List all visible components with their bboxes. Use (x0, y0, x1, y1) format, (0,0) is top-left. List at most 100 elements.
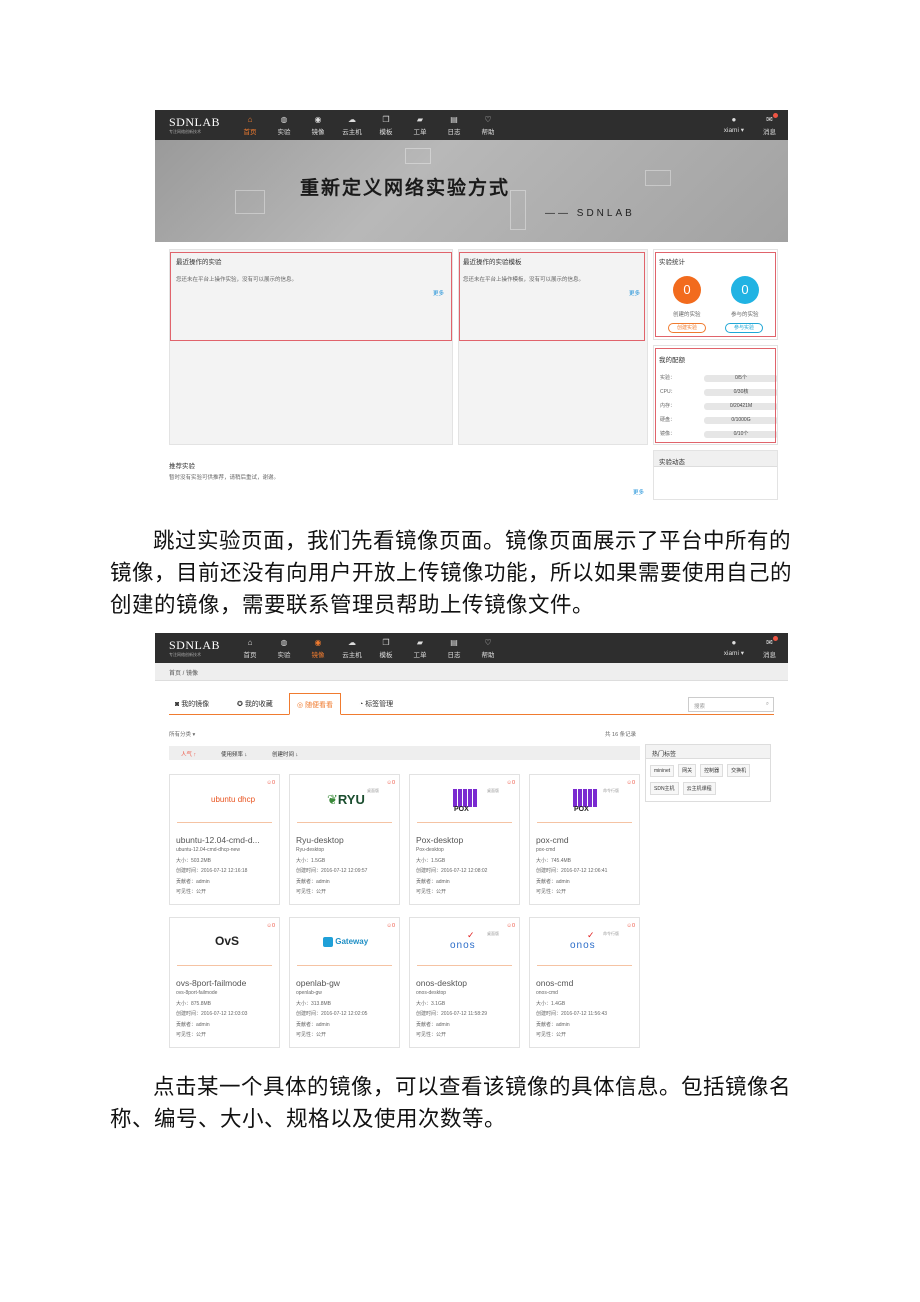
nav-cloud-host[interactable]: ☁ 云主机 (335, 633, 369, 663)
nav-home[interactable]: ⌂ 首页 (233, 633, 267, 663)
search-input[interactable]: 搜索 ⌕ (688, 697, 774, 712)
copy-icon: ❐ (382, 638, 390, 647)
nav-image[interactable]: ◉ 镜像 (301, 110, 335, 140)
nav-log[interactable]: ▤ 日志 (437, 633, 471, 663)
breadcrumb[interactable]: 首页 / 镜像 (155, 663, 788, 681)
image-card[interactable]: onos ✓ 桌面版 ☺0 onos-desktop onos-desktop 大… (409, 917, 520, 1048)
recommend-title: 推荐实验 (169, 463, 195, 470)
comment-icon[interactable]: ☺0 (266, 780, 275, 786)
nav-ticket[interactable]: ▰ 工单 (403, 110, 437, 140)
tag-chip[interactable]: SDN主机 (650, 782, 679, 795)
panel-title: 最近操作的实验 (176, 259, 222, 266)
doc-paragraph-1: 跳过实验页面，我们先看镜像页面。镜像页面展示了平台中所有的镜像，目前还没有向用户… (110, 529, 793, 618)
image-card[interactable]: OvS ☺0 ovs-8port-failmode ovs-8port-fail… (169, 917, 280, 1048)
sdnlab-logo[interactable]: SDNLAB 专注网络创新技术 (169, 638, 220, 658)
image-name[interactable]: pox-cmd (536, 835, 636, 845)
comment-icon[interactable]: ☺0 (386, 780, 395, 786)
messages-button[interactable]: ✉ 消息 (763, 636, 778, 659)
nav-template[interactable]: ❐ 模板 (369, 633, 403, 663)
image-card[interactable]: onos ✓ 命令行版 ☺0 onos-cmd onos-cmd 大小：1.4GB… (529, 917, 640, 1048)
image-logo: POX (417, 775, 512, 823)
sort-created[interactable]: 创建时间 ↓ (272, 750, 298, 758)
user-menu[interactable]: ● xiami ▾ (724, 115, 744, 134)
sort-usage[interactable]: 使用频率 ↓ (221, 750, 247, 758)
image-id: onos-cmd (536, 990, 558, 996)
more-link[interactable]: 更多 (633, 488, 644, 496)
image-meta: pox-cmd 大小：745.4MB 创建时间：2016-07-12 12:06:4… (536, 845, 639, 898)
more-link[interactable]: 更多 (629, 289, 640, 297)
messages-button[interactable]: ✉ 消息 (763, 113, 778, 136)
sort-popularity[interactable]: 人气 ↑ (181, 750, 196, 758)
tab-tag-management[interactable]: ◔ 标签管理 (359, 699, 393, 709)
bird-icon: ✓ (467, 930, 475, 940)
image-visibility: 可见性：公开 (536, 889, 567, 895)
tab-favorites[interactable]: ✪ 我的收藏 (237, 699, 273, 709)
pox-logo-text: POX (574, 806, 589, 813)
category-dropdown[interactable]: 所有分类 ▾ (169, 730, 195, 738)
nav-home[interactable]: ⌂ 首页 (233, 110, 267, 140)
join-experiment-button[interactable]: 参与实验 (725, 323, 763, 333)
pox-logo-graphic (453, 789, 477, 807)
tab-my-images[interactable]: ◙ 我的镜像 (175, 699, 209, 709)
image-id: Pox-desktop (416, 847, 444, 853)
cloud-icon: ☁ (348, 638, 356, 647)
tab-label: 随便看看 (305, 702, 334, 709)
comment-icon[interactable]: ☺0 (626, 923, 635, 929)
created-label: 创建的实验 (673, 312, 701, 318)
tag-chip[interactable]: 云主机课程 (682, 782, 716, 795)
copy-icon: ❐ (382, 115, 390, 124)
nav-label: 帮助 (481, 652, 495, 659)
image-card[interactable]: ubuntu dhcp ☺0 ubuntu-12.04-cmd-d... ubu… (169, 774, 280, 905)
nav-experiment[interactable]: ◍ 实验 (267, 633, 301, 663)
comment-icon[interactable]: ☺0 (386, 923, 395, 929)
nav-log[interactable]: ▤ 日志 (437, 110, 471, 140)
image-logo: onos ✓ (537, 918, 632, 966)
image-author: 贡献者：admin (176, 1021, 210, 1028)
user-menu[interactable]: ● xiami ▾ (724, 638, 744, 657)
nav-help[interactable]: ♡ 帮助 (471, 633, 505, 663)
image-name[interactable]: Ryu-desktop (296, 835, 396, 845)
image-meta: openlab-gw 大小：313.8MB 创建时间：2016-07-12 12:0… (296, 988, 399, 1041)
nav-help[interactable]: ♡ 帮助 (471, 110, 505, 140)
image-name[interactable]: ubuntu-12.04-cmd-d... (176, 835, 276, 845)
image-name[interactable]: ovs-8port-failmode (176, 978, 276, 988)
tab-browse[interactable]: ◎ 随便看看 (289, 693, 342, 715)
create-experiment-button[interactable]: 创建实验 (668, 323, 706, 333)
image-name[interactable]: onos-cmd (536, 978, 636, 988)
tab-label: 我的镜像 (181, 701, 210, 708)
image-id: openlab-gw (296, 990, 322, 996)
notification-dot (773, 113, 778, 118)
onos-logo: onos (570, 940, 596, 951)
comment-icon[interactable]: ☺0 (626, 780, 635, 786)
image-card[interactable]: ❦RYU 桌面版 ☺0 Ryu-desktop Ryu-desktop 大小：1.… (289, 774, 400, 905)
tag-chip[interactable]: 控制器 (700, 764, 724, 777)
image-name[interactable]: onos-desktop (416, 978, 516, 988)
tag-chip[interactable]: 交换机 (727, 764, 751, 777)
banner-subtitle: —— SDNLAB (545, 208, 635, 219)
nav-image[interactable]: ◉ 镜像 (301, 633, 335, 663)
nav-cloud-host[interactable]: ☁ 云主机 (335, 110, 369, 140)
image-visibility: 可见性：公开 (416, 889, 447, 895)
logo-text: SDNLAB (169, 638, 221, 652)
comment-icon[interactable]: ☺0 (506, 923, 515, 929)
tag-chip[interactable]: mininet (650, 765, 675, 777)
nav-experiment[interactable]: ◍ 实验 (267, 110, 301, 140)
nav-ticket[interactable]: ▰ 工单 (403, 633, 437, 663)
image-card[interactable]: POX 命令行版 ☺0 pox-cmd pox-cmd 大小：745.4MB 创建时… (529, 774, 640, 905)
comment-icon[interactable]: ☺0 (266, 923, 275, 929)
tag-chip[interactable]: 网关 (678, 764, 697, 777)
comment-icon[interactable]: ☺0 (506, 780, 515, 786)
image-card[interactable]: POX 桌面版 ☺0 Pox-desktop Pox-desktop 大小：1.5… (409, 774, 520, 905)
more-link[interactable]: 更多 (433, 289, 444, 297)
image-name[interactable]: openlab-gw (296, 978, 396, 988)
joined-count-circle: 0 (731, 276, 759, 304)
sdnlab-logo[interactable]: SDNLAB 专注网络创新技术 (169, 115, 220, 135)
variant-badge: 命令行版 (603, 931, 619, 936)
notification-dot (773, 636, 778, 641)
image-card[interactable]: Gateway ☺0 openlab-gw openlab-gw 大小：313.8… (289, 917, 400, 1048)
image-size: 大小：745.4MB (536, 857, 572, 864)
switch-graphic (405, 148, 431, 164)
nav-template[interactable]: ❐ 模板 (369, 110, 403, 140)
image-name[interactable]: Pox-desktop (416, 835, 516, 845)
image-visibility: 可见性：公开 (536, 1032, 567, 1038)
